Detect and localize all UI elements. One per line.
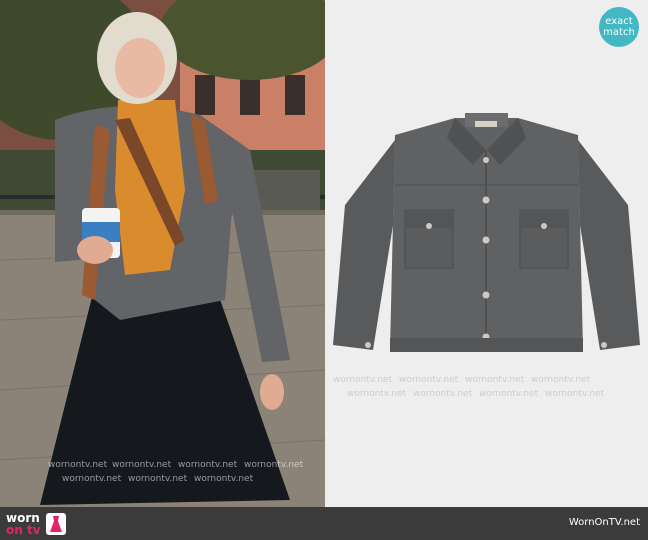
watermark-text: wornontv.net xyxy=(128,474,188,484)
watermark-text: wornontv.net xyxy=(333,375,393,385)
footer-bar xyxy=(0,507,648,540)
watermark-text: wornontv.net xyxy=(112,460,172,470)
watermark-text: wornontv.net xyxy=(413,389,473,399)
badge-line-1: exact xyxy=(605,16,633,27)
watermark-text: wornontv.net xyxy=(347,389,407,399)
watermark-text: wornontv.net xyxy=(62,474,122,484)
watermark-text: wornontv.net xyxy=(531,375,591,385)
watermark-text: wornontv.net xyxy=(399,375,459,385)
watermark-text: wornontv.net xyxy=(545,389,605,399)
watermark-text: wornontv.net xyxy=(465,375,525,385)
scene-photo-art xyxy=(0,0,325,507)
exact-match-badge: exact match xyxy=(599,7,639,47)
product-photo: wornontv.net wornontv.net wornontv.net w… xyxy=(325,0,648,507)
site-url[interactable]: WornOnTV.net xyxy=(569,517,640,528)
watermark-text: wornontv.net xyxy=(178,460,238,470)
badge-line-2: match xyxy=(603,27,635,38)
watermark-text: wornontv.net xyxy=(244,460,304,470)
watermark-text: wornontv.net xyxy=(48,460,108,470)
brand-wordmark: worn on tv xyxy=(6,512,41,536)
brand-bottom-text: on tv xyxy=(6,523,41,537)
jacket-image xyxy=(333,113,640,352)
brand-logo[interactable]: worn on tv xyxy=(6,511,67,537)
scene-photo: wornontv.net wornontv.net wornontv.net w… xyxy=(0,0,325,507)
dress-icon xyxy=(45,513,66,535)
watermark-text: wornontv.net xyxy=(479,389,539,399)
watermark-text: wornontv.net xyxy=(194,474,254,484)
